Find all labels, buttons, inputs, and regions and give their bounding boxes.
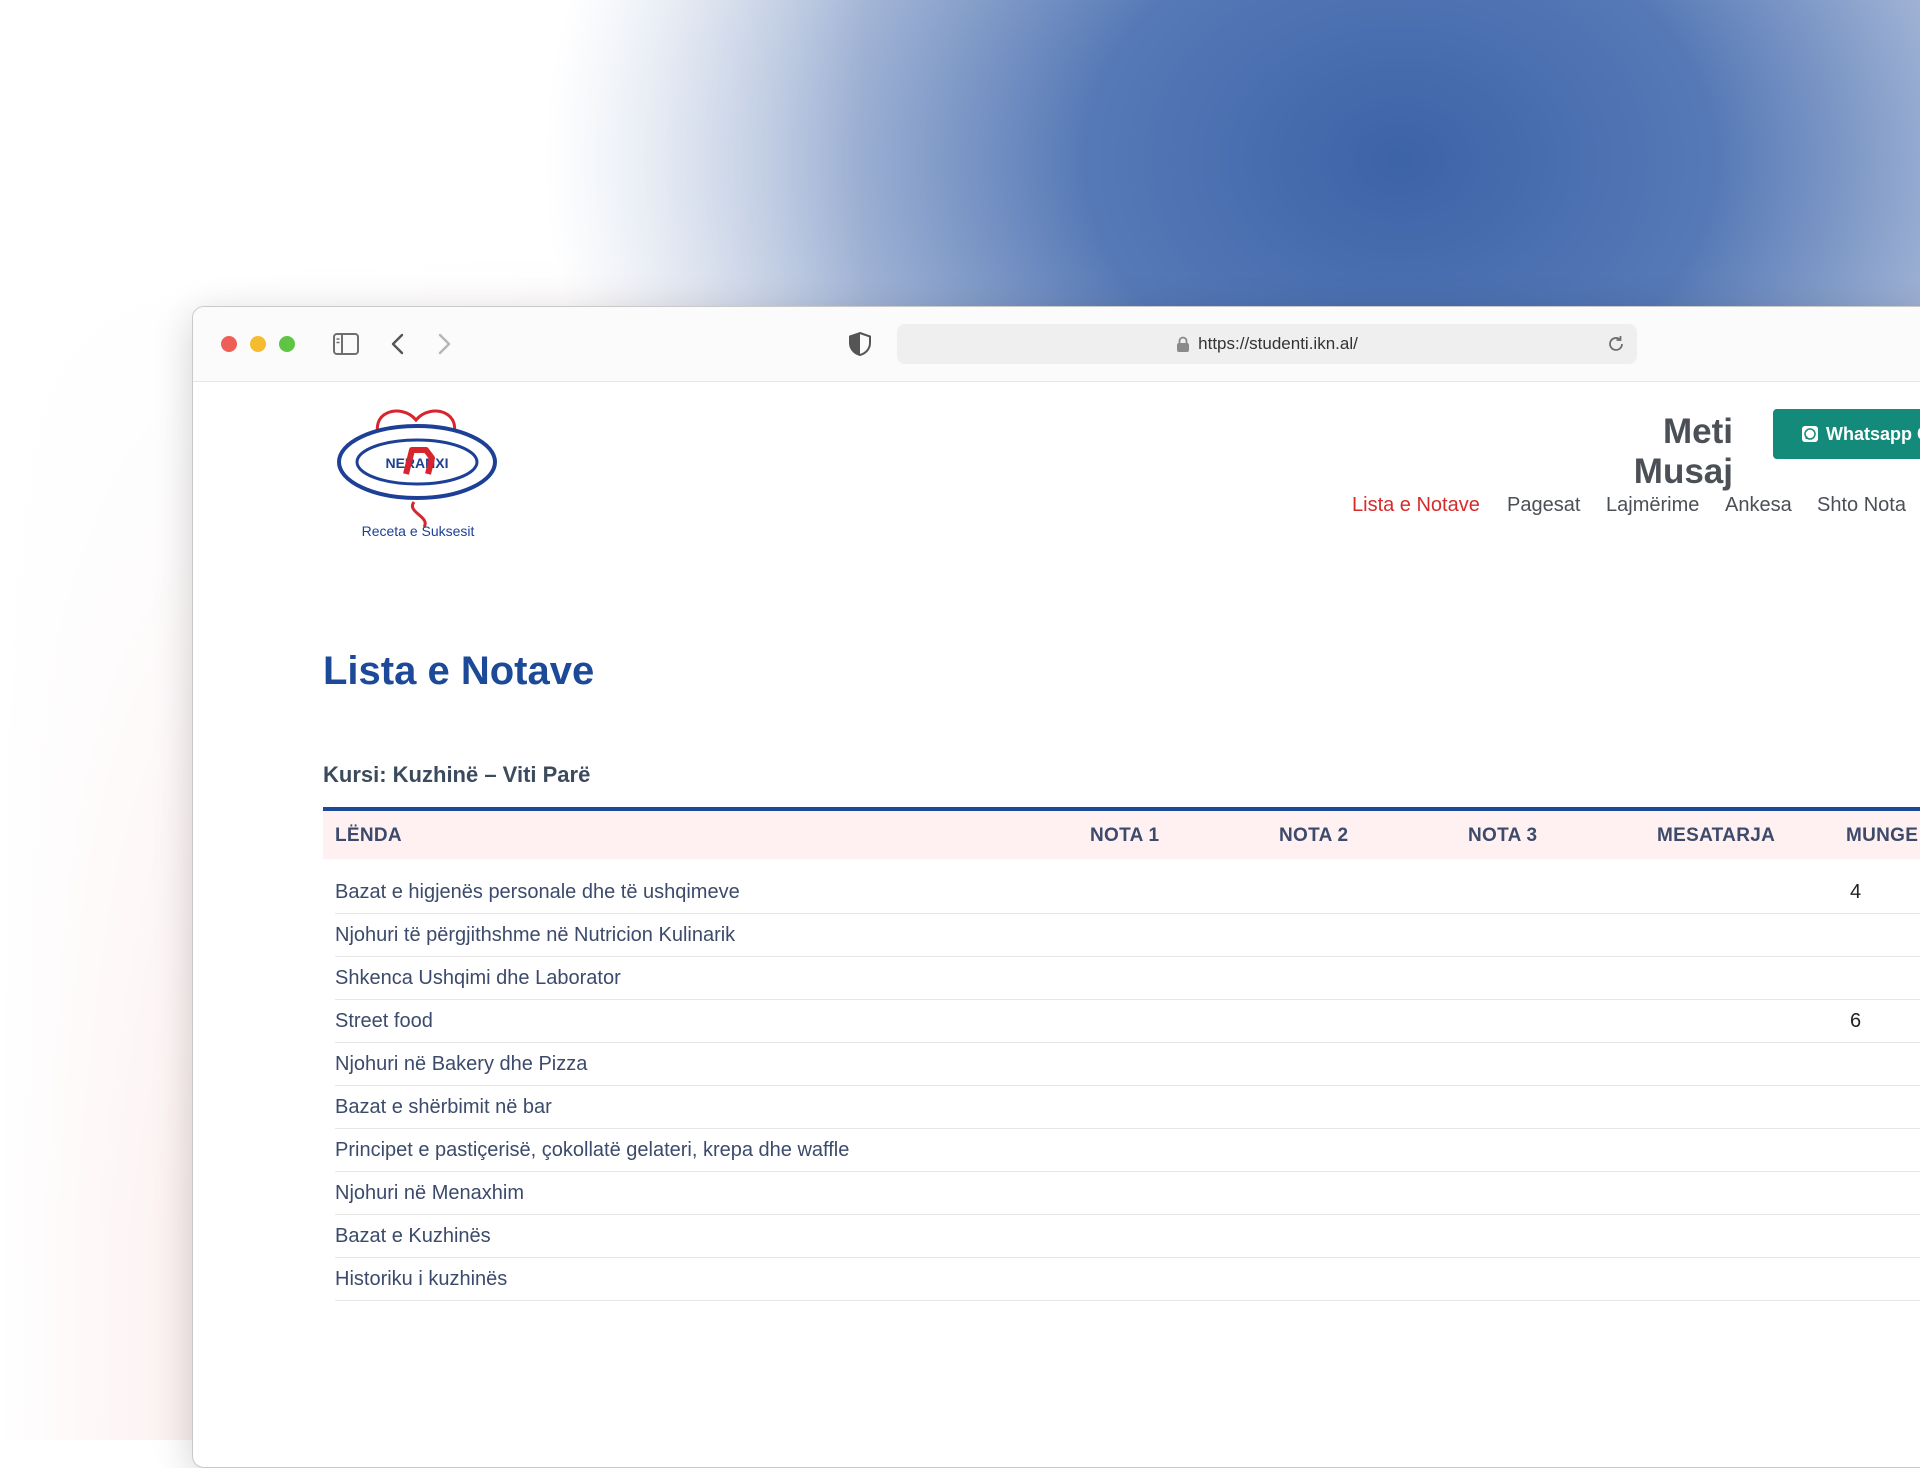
subject-cell: Bazat e higjenës personale dhe të ushqim… xyxy=(335,881,740,903)
table-row: Njohuri të përgjithshme në Nutricion Kul… xyxy=(335,914,1920,957)
header-nota-2: NOTA 2 xyxy=(1279,825,1349,846)
table-row: Principet e pastiçerisë, çokollatë gelat… xyxy=(335,1129,1920,1172)
header-nota-1: NOTA 1 xyxy=(1090,825,1160,846)
subject-cell: Bazat e Kuzhinës xyxy=(335,1225,491,1247)
forward-arrow-icon[interactable] xyxy=(429,329,459,359)
address-bar[interactable]: https://studenti.ikn.al/ xyxy=(897,324,1637,364)
subject-cell: Njohuri në Menaxhim xyxy=(335,1182,524,1204)
whatsapp-icon xyxy=(1802,426,1818,442)
table-row: Bazat e shërbimit në bar xyxy=(335,1086,1920,1129)
logo-caption: Receta e Suksesit xyxy=(361,523,475,539)
privacy-shield-icon[interactable] xyxy=(845,329,875,359)
whatsapp-label: Whatsapp C xyxy=(1826,423,1920,444)
subject-cell: Historiku i kuzhinës xyxy=(335,1268,508,1290)
table-body: Bazat e higjenës personale dhe të ushqim… xyxy=(323,871,1920,1301)
user-name: Meti Musaj xyxy=(1633,412,1733,491)
nav-item-shto-nota[interactable]: Shto Nota xyxy=(1817,494,1906,517)
table-row: Street food 6 xyxy=(335,1000,1920,1043)
subject-cell: Njohuri të përgjithshme në Nutricion Kul… xyxy=(335,924,736,946)
absences-cell: 6 xyxy=(1850,1010,1862,1032)
subject-cell: Principet e pastiçerisë, çokollatë gelat… xyxy=(335,1139,850,1161)
header-nota-3: NOTA 3 xyxy=(1468,825,1538,846)
browser-toolbar: https://studenti.ikn.al/ xyxy=(193,307,1920,382)
header-mesatarja: MESATARJA xyxy=(1657,825,1776,846)
main-navigation: Lista e Notave Pagesat Lajmërime Ankesa … xyxy=(193,494,1920,524)
nav-item-ankesa[interactable]: Ankesa xyxy=(1725,494,1792,517)
table-row: Njohuri në Menaxhim xyxy=(335,1172,1920,1215)
logo-text: NERANXI xyxy=(385,455,448,471)
absences-cell: 4 xyxy=(1850,881,1862,903)
close-window-button[interactable] xyxy=(221,336,237,352)
subject-cell: Bazat e shërbimit në bar xyxy=(335,1096,552,1118)
subject-cell: Shkenca Ushqimi dhe Laborator xyxy=(335,967,621,989)
sidebar-toggle-icon[interactable] xyxy=(331,329,361,359)
subject-cell: Njohuri në Bakery dhe Pizza xyxy=(335,1053,588,1075)
web-page: NERANXI Receta e Suksesit Meti Musaj Wha… xyxy=(193,382,1920,1467)
table-header: LËNDA NOTA 1 NOTA 2 NOTA 3 MESATARJA MUN… xyxy=(323,811,1920,859)
subject-cell: Street food xyxy=(335,1010,433,1032)
course-title: Kursi: Kuzhinë – Viti Parë xyxy=(323,762,591,787)
grades-table: LËNDA NOTA 1 NOTA 2 NOTA 3 MESATARJA MUN… xyxy=(323,807,1920,1301)
zoom-window-button[interactable] xyxy=(279,336,295,352)
lock-icon xyxy=(1177,336,1190,352)
back-arrow-icon[interactable] xyxy=(383,329,413,359)
table-row: Bazat e Kuzhinës xyxy=(335,1215,1920,1258)
table-row: Bazat e higjenës personale dhe të ushqim… xyxy=(335,871,1920,914)
table-row: Njohuri në Bakery dhe Pizza xyxy=(335,1043,1920,1086)
minimize-window-button[interactable] xyxy=(250,336,266,352)
header-mungesa: MUNGE xyxy=(1846,825,1919,846)
reload-icon[interactable] xyxy=(1605,333,1627,355)
nav-item-lista-e-notave[interactable]: Lista e Notave xyxy=(1352,494,1480,517)
header-lenda: LËNDA xyxy=(335,825,402,846)
table-row: Shkenca Ushqimi dhe Laborator xyxy=(335,957,1920,1000)
table-row: Historiku i kuzhinës xyxy=(335,1258,1920,1301)
whatsapp-button[interactable]: Whatsapp C xyxy=(1773,409,1920,459)
page-title: Lista e Notave xyxy=(323,649,595,693)
nav-item-pagesat[interactable]: Pagesat xyxy=(1507,494,1580,517)
browser-window: https://studenti.ikn.al/ NERANXI Receta … xyxy=(192,306,1920,1468)
url-text: https://studenti.ikn.al/ xyxy=(1198,334,1358,353)
nav-item-lajmerime[interactable]: Lajmërime xyxy=(1606,494,1699,517)
